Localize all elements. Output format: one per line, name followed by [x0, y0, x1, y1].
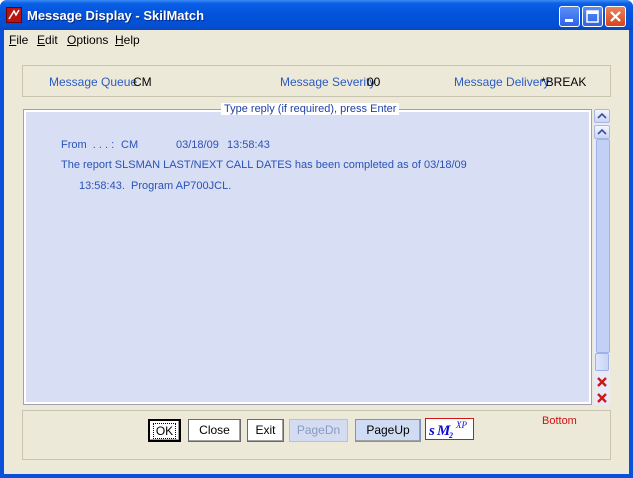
svg-text:2: 2 — [448, 431, 453, 439]
minimize-icon — [565, 19, 573, 22]
from-value: CM — [121, 139, 139, 151]
message-caption: Type reply (if required), press Enter — [221, 103, 400, 115]
app-icon[interactable] — [6, 7, 22, 23]
menu-edit[interactable]: Edit — [37, 33, 58, 47]
svg-text:s: s — [428, 423, 435, 439]
message-time: 13:58:43 — [227, 139, 270, 151]
menu-help[interactable]: Help — [115, 33, 140, 47]
scroll-top-button[interactable] — [594, 109, 610, 123]
message-delivery-value: *BREAK — [541, 75, 587, 89]
menu-file[interactable]: File — [9, 33, 28, 47]
message-header-panel: Message Queue CM Message Severity 00 Mes… — [22, 65, 611, 97]
page-status: Bottom — [542, 415, 577, 427]
message-text-panel[interactable]: Type reply (if required), press Enter Fr… — [23, 103, 592, 405]
scroll-top-icon — [597, 112, 607, 119]
scroll-track[interactable] — [596, 139, 610, 353]
scroll-up-icon — [597, 128, 607, 135]
page-up-button[interactable]: PageUp — [355, 419, 421, 442]
window-client-area: File Edit Options Help Message Queue CM … — [4, 30, 629, 474]
menu-bar: File Edit Options Help — [4, 30, 629, 49]
from-label: From . . . : — [61, 139, 115, 151]
maximize-icon — [586, 10, 599, 23]
delete-x-icon — [597, 393, 607, 403]
exit-button[interactable]: Exit — [247, 419, 284, 442]
skilmatch-logo-icon: s M 2 XP — [428, 420, 467, 440]
clear-x-button[interactable] — [596, 376, 608, 388]
delete-x-icon — [597, 377, 607, 387]
form-content: Message Queue CM Message Severity 00 Mes… — [4, 49, 629, 474]
clear-x-button-2[interactable] — [596, 392, 608, 404]
close-window-button[interactable] — [605, 6, 626, 27]
window-title: Message Display - SkilMatch — [27, 8, 205, 23]
message-line-2: 13:58:43. Program AP700JCL. — [79, 180, 232, 192]
message-severity-value: 00 — [367, 75, 381, 89]
message-severity-label: Message Severity — [280, 75, 376, 89]
close-icon — [610, 11, 621, 22]
scroll-thumb[interactable] — [595, 353, 609, 371]
menu-edit-rest: dit — [45, 33, 58, 47]
message-line-1: The report SLSMAN LAST/NEXT CALL DATES h… — [61, 159, 467, 171]
scroll-up-button[interactable] — [594, 125, 610, 139]
page-down-button[interactable]: PageDn — [289, 419, 348, 442]
message-queue-label: Message Queue — [49, 75, 138, 89]
menu-file-rest: ile — [16, 33, 29, 47]
svg-text:XP: XP — [455, 420, 467, 430]
maximize-button[interactable] — [582, 6, 603, 27]
button-panel: OK Close Exit PageDn PageUp s M 2 XP Bot… — [22, 410, 611, 460]
message-queue-value: CM — [133, 75, 152, 89]
message-delivery-label: Message Delivery — [454, 75, 550, 89]
close-button[interactable]: Close — [188, 419, 241, 442]
message-display-window: Message Display - SkilMatch File Edit Op… — [0, 0, 633, 478]
menu-help-rest: elp — [123, 33, 140, 47]
message-scrollbar[interactable] — [594, 109, 610, 405]
ok-button-label: OK — [152, 423, 177, 439]
message-date: 03/18/09 — [176, 139, 219, 151]
menu-options[interactable]: Options — [67, 33, 108, 47]
title-bar[interactable]: Message Display - SkilMatch — [0, 0, 633, 30]
minimize-button[interactable] — [559, 6, 580, 27]
ok-button[interactable]: OK — [148, 419, 181, 442]
menu-options-rest: ptions — [76, 33, 109, 47]
skilmatch-logo[interactable]: s M 2 XP — [425, 418, 474, 440]
